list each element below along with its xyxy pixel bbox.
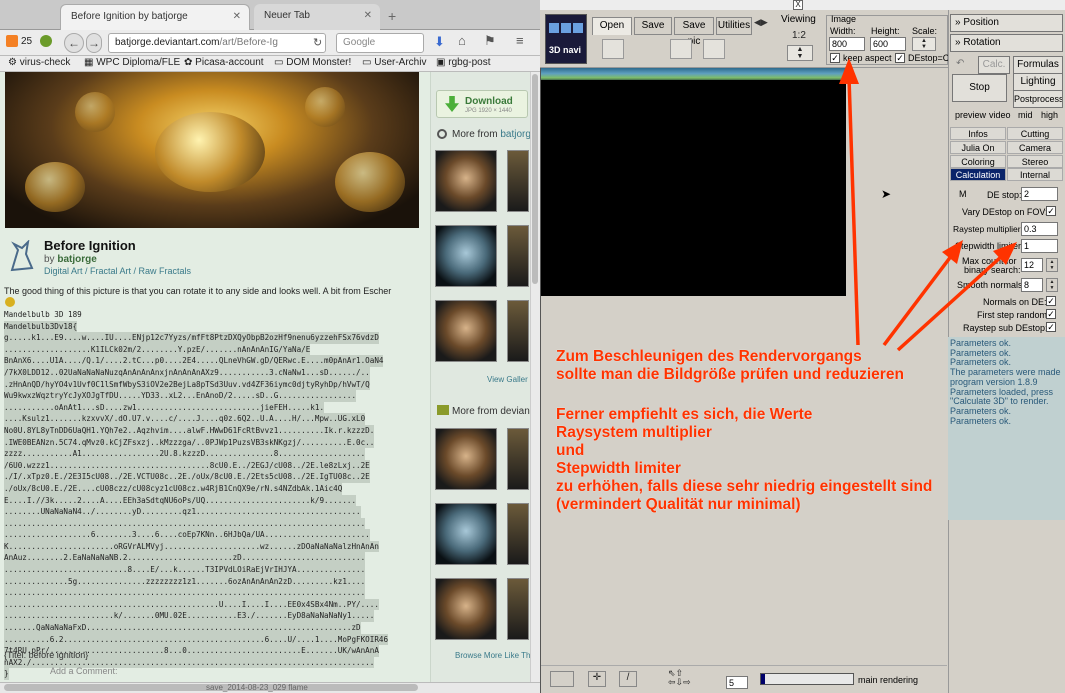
- annotation-line: sollte man die Bildgröße prüfen und redu…: [556, 366, 904, 383]
- annotation-line: Ferner empfiehlt es sich, die Werte: [556, 406, 813, 423]
- annotation-line: (vermindert Qualität nur minimal): [556, 496, 801, 513]
- annotation-line: und: [556, 442, 585, 459]
- annotation-line: Raysystem multiplier: [556, 424, 712, 441]
- annotation-text: Zum Beschleunigen des Rendervorgangs sol…: [556, 348, 1026, 514]
- annotation-line: Zum Beschleunigen des Rendervorgangs: [556, 348, 862, 365]
- annotation-line: zu erhöhen, falls diese sehr niedrig ein…: [556, 478, 933, 495]
- annotation-arrows: [839, 58, 1017, 352]
- annotation-line: Stepwidth limiter: [556, 460, 681, 477]
